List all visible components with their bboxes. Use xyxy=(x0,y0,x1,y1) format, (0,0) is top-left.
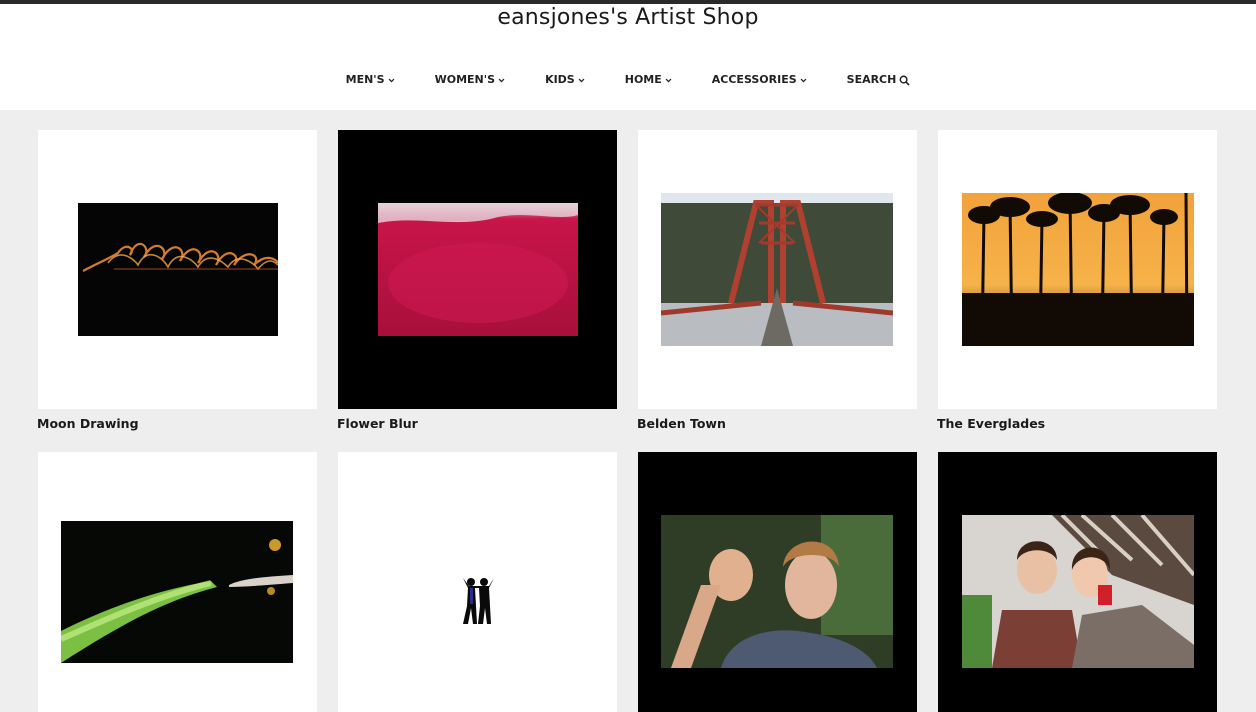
product-card[interactable]: Moon Drawing xyxy=(37,130,317,452)
product-grid: Moon Drawing Flower Blur Belden Town The… xyxy=(37,130,1217,712)
chevron-down-icon xyxy=(388,78,395,82)
search-icon xyxy=(899,75,911,86)
nav-label: HOME xyxy=(624,73,662,86)
nav-search[interactable]: SEARCH xyxy=(847,70,911,90)
product-card[interactable] xyxy=(638,452,917,712)
chevron-down-icon xyxy=(578,78,585,82)
product-card[interactable] xyxy=(38,452,317,712)
flower-blur-art xyxy=(378,203,578,336)
moon-drawing-art xyxy=(78,203,278,336)
product-image[interactable] xyxy=(338,452,617,712)
nav-home[interactable]: HOME xyxy=(625,70,672,90)
product-card[interactable] xyxy=(938,452,1217,712)
product-card[interactable]: Flower Blur xyxy=(337,130,617,452)
chevron-down-icon xyxy=(498,78,505,82)
nav-mens[interactable]: MEN'S xyxy=(346,70,395,90)
everglades-art xyxy=(962,193,1194,346)
product-title[interactable]: Belden Town xyxy=(637,409,917,452)
product-title[interactable]: The Everglades xyxy=(937,409,1217,452)
couple-photo-art xyxy=(962,515,1194,668)
product-card[interactable] xyxy=(338,452,617,712)
product-title[interactable]: Flower Blur xyxy=(337,409,617,452)
product-title[interactable]: Moon Drawing xyxy=(37,409,317,452)
portrait-art xyxy=(661,515,893,668)
main-nav: MEN'S WOMEN'S KIDS HOME ACCESSORIES SEAR… xyxy=(0,70,1256,90)
nav-label: KIDS xyxy=(545,73,575,86)
nav-accessories[interactable]: ACCESSORIES xyxy=(712,70,807,90)
nav-womens[interactable]: WOMEN'S xyxy=(435,70,505,90)
product-image[interactable] xyxy=(938,452,1217,712)
product-image[interactable] xyxy=(638,130,917,409)
nav-label: SEARCH xyxy=(846,73,897,86)
chevron-down-icon xyxy=(665,78,672,82)
belden-town-art xyxy=(661,193,893,346)
silhouettes-art xyxy=(463,578,494,624)
product-image[interactable] xyxy=(38,130,317,409)
product-card[interactable]: The Everglades xyxy=(937,130,1217,452)
chevron-down-icon xyxy=(800,78,807,82)
nav-label: MEN'S xyxy=(345,73,385,86)
nav-label: ACCESSORIES xyxy=(711,73,797,86)
nav-label: WOMEN'S xyxy=(434,73,496,86)
product-image[interactable] xyxy=(338,130,617,409)
product-image[interactable] xyxy=(38,452,317,712)
shop-title[interactable]: eansjones's Artist Shop xyxy=(0,4,1256,32)
product-image[interactable] xyxy=(638,452,917,712)
green-streak-art xyxy=(61,521,293,663)
product-card[interactable]: Belden Town xyxy=(637,130,917,452)
nav-kids[interactable]: KIDS xyxy=(545,70,585,90)
site-header: eansjones's Artist Shop MEN'S WOMEN'S KI… xyxy=(0,4,1256,110)
product-image[interactable] xyxy=(938,130,1217,409)
